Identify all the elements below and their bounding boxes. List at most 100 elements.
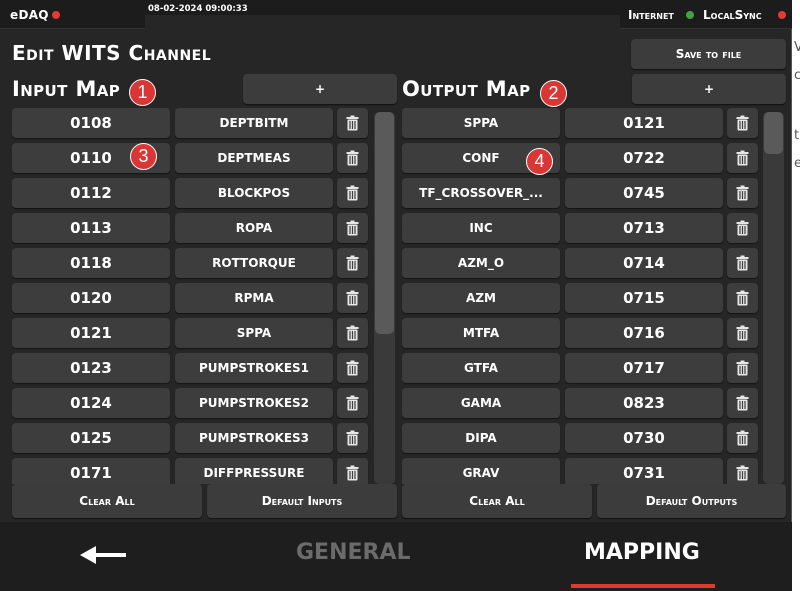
output_map-name-cell[interactable]: AZM <box>402 283 560 313</box>
input_map-name-cell[interactable]: ROTTORQUE <box>175 248 333 278</box>
output-clear-all-button[interactable]: Clear All <box>402 484 592 518</box>
input_map-code-cell[interactable]: 0120 <box>12 283 170 313</box>
delete-row-button[interactable] <box>337 248 368 278</box>
tab-mapping[interactable]: MAPPING <box>584 540 700 565</box>
input_map-name-cell[interactable]: ROPA <box>175 213 333 243</box>
output-add-button[interactable]: + <box>632 74 786 104</box>
delete-row-button[interactable] <box>337 213 368 243</box>
delete-row-button[interactable] <box>727 283 758 313</box>
output_map-code-cell[interactable]: 0823 <box>565 388 723 418</box>
output_map-name-cell[interactable]: TF_CROSSOVER_... <box>402 178 560 208</box>
input_map-code-cell[interactable]: 0125 <box>12 423 170 453</box>
output_map-code-cell[interactable]: 0730 <box>565 423 723 453</box>
input_map-code-cell[interactable]: 0108 <box>12 108 170 138</box>
trash-icon <box>346 220 359 236</box>
input_map-code-cell[interactable]: 0112 <box>12 178 170 208</box>
output_map-row: GAMA 0823 <box>402 388 786 418</box>
delete-row-button[interactable] <box>337 388 368 418</box>
input_map-name-cell[interactable]: DIFFPRESSURE <box>175 458 333 484</box>
output_map-name-cell[interactable]: GAMA <box>402 388 560 418</box>
save-to-file-button[interactable]: Save to file <box>631 39 786 69</box>
input-clear-all-button[interactable]: Clear All <box>12 484 202 518</box>
output-scrollbar-thumb[interactable] <box>764 112 783 154</box>
delete-row-button[interactable] <box>727 423 758 453</box>
delete-row-button[interactable] <box>727 248 758 278</box>
output_map-name-cell[interactable]: DIPA <box>402 423 560 453</box>
input-scrollbar-thumb[interactable] <box>375 112 394 334</box>
input_map-code-cell[interactable]: 0171 <box>12 458 170 484</box>
datetime-shelf <box>145 15 620 29</box>
input_map-name-cell[interactable]: RPMA <box>175 283 333 313</box>
output_map-name-cell[interactable]: GRAV <box>402 458 560 484</box>
input_map-name-cell[interactable]: PUMPSTROKES1 <box>175 353 333 383</box>
callout-marker-3: 3 <box>130 143 157 170</box>
localsync-status-dot-icon <box>778 11 786 19</box>
output_map-code-cell[interactable]: 0731 <box>565 458 723 484</box>
back-button[interactable] <box>78 540 136 570</box>
delete-row-button[interactable] <box>337 178 368 208</box>
output_map-name-cell[interactable]: SPPA <box>402 108 560 138</box>
delete-row-button[interactable] <box>727 143 758 173</box>
input_map-name-cell[interactable]: DEPTMEAS <box>175 143 333 173</box>
output_map-code-cell[interactable]: 0722 <box>565 143 723 173</box>
input_map-name-cell[interactable]: BLOCKPOS <box>175 178 333 208</box>
output_map-row: SPPA 0121 <box>402 108 786 138</box>
input_map-row: 0110 DEPTMEAS <box>12 143 396 173</box>
output_map-code-cell[interactable]: 0716 <box>565 318 723 348</box>
input_map-row: 0112 BLOCKPOS <box>12 178 396 208</box>
arrow-left-icon <box>80 546 126 564</box>
delete-row-button[interactable] <box>727 388 758 418</box>
trash-icon <box>346 360 359 376</box>
delete-row-button[interactable] <box>727 213 758 243</box>
input_map-code-cell[interactable]: 0123 <box>12 353 170 383</box>
input_map-row: 0118 ROTTORQUE <box>12 248 396 278</box>
output-scrollbar[interactable] <box>763 112 784 484</box>
delete-row-button[interactable] <box>337 353 368 383</box>
callout-marker-1: 1 <box>129 79 156 106</box>
output_map-code-cell[interactable]: 0717 <box>565 353 723 383</box>
output_map-code-cell[interactable]: 0713 <box>565 213 723 243</box>
default-outputs-button[interactable]: Default Outputs <box>597 484 786 518</box>
input-scrollbar[interactable] <box>374 112 395 484</box>
delete-row-button[interactable] <box>337 108 368 138</box>
app-status-dot-icon <box>52 11 60 19</box>
delete-row-button[interactable] <box>337 143 368 173</box>
input_map-name-cell[interactable]: SPPA <box>175 318 333 348</box>
output_map-row: GRAV 0731 <box>402 458 786 484</box>
delete-row-button[interactable] <box>337 318 368 348</box>
output_map-row: INC 0713 <box>402 213 786 243</box>
active-tab-indicator <box>571 584 715 588</box>
trash-icon <box>736 185 749 201</box>
output_map-code-cell[interactable]: 0714 <box>565 248 723 278</box>
delete-row-button[interactable] <box>337 423 368 453</box>
output_map-name-cell[interactable]: AZM_O <box>402 248 560 278</box>
input_map-name-cell[interactable]: DEPTBITM <box>175 108 333 138</box>
delete-row-button[interactable] <box>727 458 758 484</box>
delete-row-button[interactable] <box>727 353 758 383</box>
input-add-button[interactable]: + <box>243 74 397 104</box>
tab-general[interactable]: GENERAL <box>296 540 411 565</box>
trash-icon <box>346 325 359 341</box>
delete-row-button[interactable] <box>337 283 368 313</box>
output_map-code-cell[interactable]: 0715 <box>565 283 723 313</box>
bottom-nav: GENERAL MAPPING <box>0 522 792 591</box>
delete-row-button[interactable] <box>727 178 758 208</box>
input_map-code-cell[interactable]: 0118 <box>12 248 170 278</box>
output_map-name-cell[interactable]: GTFA <box>402 353 560 383</box>
input_map-row: 0171 DIFFPRESSURE <box>12 458 396 484</box>
delete-row-button[interactable] <box>727 108 758 138</box>
output-map-title: Output Map <box>402 77 531 101</box>
default-inputs-button[interactable]: Default Inputs <box>207 484 397 518</box>
input_map-code-cell[interactable]: 0124 <box>12 388 170 418</box>
input_map-name-cell[interactable]: PUMPSTROKES2 <box>175 388 333 418</box>
delete-row-button[interactable] <box>337 458 368 484</box>
input_map-name-cell[interactable]: PUMPSTROKES3 <box>175 423 333 453</box>
output_map-code-cell[interactable]: 0745 <box>565 178 723 208</box>
trash-icon <box>736 465 749 481</box>
input_map-code-cell[interactable]: 0121 <box>12 318 170 348</box>
output_map-name-cell[interactable]: INC <box>402 213 560 243</box>
output_map-code-cell[interactable]: 0121 <box>565 108 723 138</box>
output_map-name-cell[interactable]: MTFA <box>402 318 560 348</box>
delete-row-button[interactable] <box>727 318 758 348</box>
input_map-code-cell[interactable]: 0113 <box>12 213 170 243</box>
